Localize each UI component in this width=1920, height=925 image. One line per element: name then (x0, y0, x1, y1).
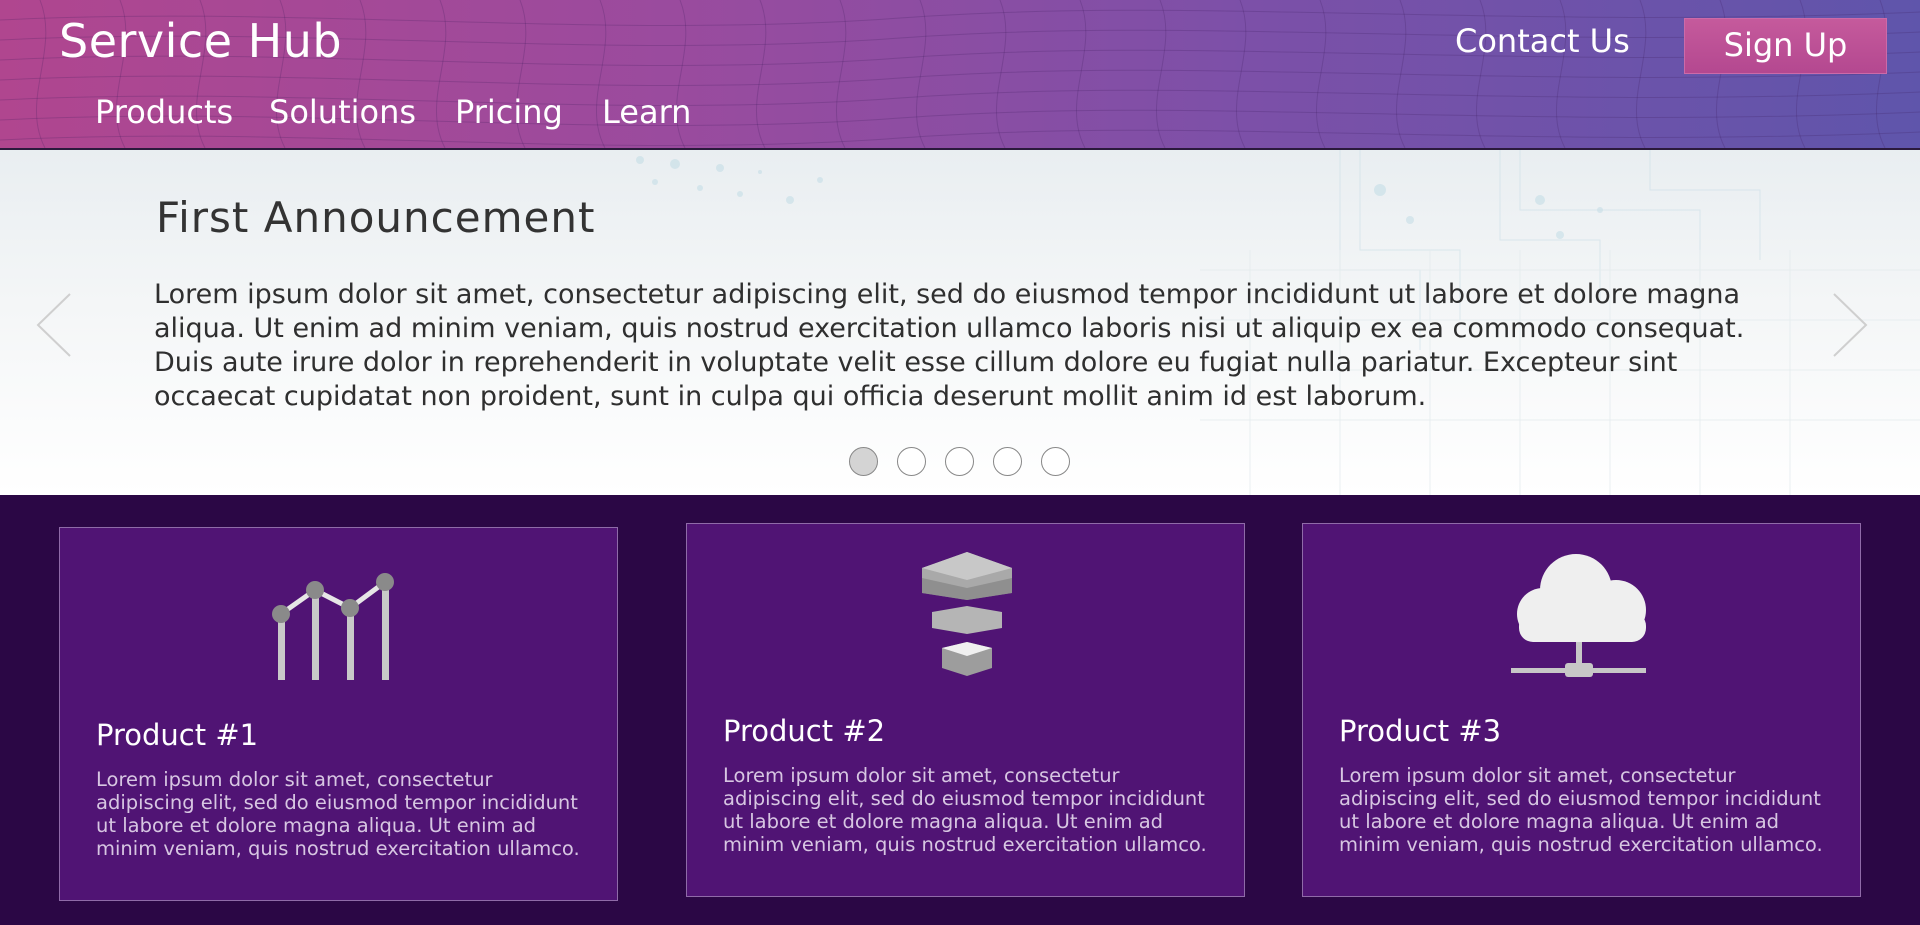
product-card-2[interactable]: Product #2 Lorem ipsum dolor sit amet, c… (686, 523, 1245, 897)
nav-item-pricing[interactable]: Pricing (455, 93, 563, 131)
carousel-dot-1[interactable] (849, 447, 878, 476)
chevron-right-icon[interactable] (1830, 290, 1870, 360)
contact-us-link[interactable]: Contact Us (1455, 22, 1630, 60)
cloud-network-icon (1511, 554, 1646, 677)
announcement-title: First Announcement (156, 193, 596, 242)
product-description: Lorem ipsum dolor sit amet, consectetur … (1339, 764, 1823, 856)
product-description: Lorem ipsum dolor sit amet, consectetur … (96, 768, 580, 860)
line-chart-icon (272, 573, 394, 680)
announcement-carousel: First Announcement Lorem ipsum dolor sit… (0, 150, 1920, 495)
nav-item-learn[interactable]: Learn (602, 93, 691, 131)
product-card-3[interactable]: Product #3 Lorem ipsum dolor sit amet, c… (1302, 523, 1861, 897)
announcement-body: Lorem ipsum dolor sit amet, consectetur … (154, 279, 1745, 412)
layers-icon (922, 552, 1012, 676)
chevron-left-icon[interactable] (34, 290, 74, 360)
sign-up-button[interactable]: Sign Up (1684, 18, 1887, 74)
product-title: Product #1 (96, 718, 259, 752)
product-card-1[interactable]: Product #1 Lorem ipsum dolor sit amet, c… (59, 527, 618, 901)
carousel-dot-4[interactable] (993, 447, 1022, 476)
site-header: Service Hub Products Solutions Pricing L… (0, 0, 1920, 150)
carousel-dot-2[interactable] (897, 447, 926, 476)
nav-item-products[interactable]: Products (95, 93, 233, 131)
product-title: Product #3 (1339, 714, 1502, 748)
nav-item-solutions[interactable]: Solutions (269, 93, 416, 131)
brand-logo-text[interactable]: Service Hub (59, 14, 342, 68)
product-description: Lorem ipsum dolor sit amet, consectetur … (723, 764, 1207, 856)
carousel-dot-3[interactable] (945, 447, 974, 476)
product-title: Product #2 (723, 714, 886, 748)
products-section: Product #1 Lorem ipsum dolor sit amet, c… (0, 495, 1920, 925)
carousel-dot-5[interactable] (1041, 447, 1070, 476)
